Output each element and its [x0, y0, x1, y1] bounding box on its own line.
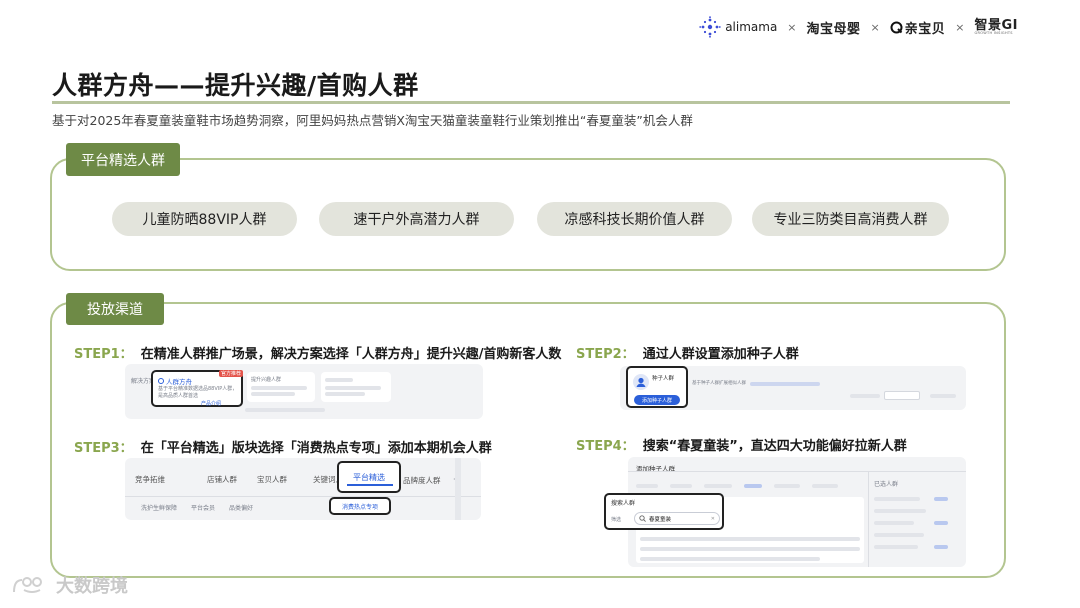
step-4: STEP4： 搜索“春夏童装”，直达四大功能偏好拉新人群 — [576, 435, 907, 454]
step-text: 通过人群设置添加种子人群 — [642, 347, 799, 362]
card-sub: 基于种子人群扩展相似人群 — [692, 381, 746, 386]
subtab-consumption-hotspot[interactable]: 消费热点专项 — [329, 497, 391, 515]
step-text: 在「平台精选」版块选择「消费热点专项」添加本期机会人群 — [140, 441, 492, 456]
alimama-logo: alimama — [699, 16, 777, 38]
crowd-type-tabs — [636, 479, 864, 493]
title-underline — [52, 101, 1010, 104]
zhijing-logo: 智景GI GROWTH INSIGHTS — [974, 17, 1018, 35]
alimama-star-icon — [699, 16, 721, 38]
add-seed-crowd-button[interactable]: 添加种子人群 — [634, 395, 680, 405]
audience-pill: 专业三防类目高消费人群 — [752, 202, 949, 236]
search-icon — [639, 515, 646, 522]
search-prefix: 筛选 — [611, 517, 622, 523]
search-crowd-label: 搜索人群 — [611, 500, 636, 507]
tab-platform-selection[interactable]: 平台精选 — [337, 461, 401, 493]
page-title: 人群方舟——提升兴趣/首购人群 — [52, 71, 419, 100]
step-1: STEP1： 在精准人群推广场景，解决方案选择「人群方舟」提升兴趣/首购新客人数 — [74, 343, 561, 362]
search-input[interactable]: 春夏童装 ✕ — [634, 512, 720, 525]
taobao-muying-logo: 淘宝母婴 — [806, 21, 861, 37]
card-title: 种子人群 — [652, 376, 675, 382]
subtab-item[interactable]: 洗护生鲜保障 — [141, 503, 177, 512]
step3-screenshot: 竞争拓维 店铺人群 宝贝人群 关键词人群 平台精选 品牌度人群 ··· 洗护生鲜… — [125, 458, 481, 520]
step-number: STEP1： — [74, 347, 133, 362]
audience-pill: 凉感科技长期价值人群 — [537, 202, 732, 236]
page-subtitle: 基于对2025年春夏童装童鞋市场趋势洞察，阿里妈妈热点营销X淘宝天猫童装童鞋行业… — [52, 113, 693, 128]
card-desc: 基于平台精准数据选品88VIP人群，是高品质人群首选 — [158, 386, 238, 399]
tab-brand-crowd[interactable]: 品牌度人群 — [403, 475, 441, 486]
separator-x: × — [787, 20, 797, 34]
select-dropdown[interactable] — [884, 391, 920, 400]
audience-pill: 速干户外高潜力人群 — [319, 202, 514, 236]
solution-card[interactable] — [321, 372, 391, 402]
tab-store-crowd[interactable]: 店铺人群 — [207, 474, 251, 485]
step-2: STEP2： 通过人群设置添加种子人群 — [576, 343, 799, 362]
step-text: 在精准人群推广场景，解决方案选择「人群方舟」提升兴趣/首购新客人数 — [140, 347, 562, 362]
seed-crowd-card[interactable]: 种子人群 添加种子人群 — [626, 366, 688, 408]
scrollbar[interactable] — [455, 458, 461, 520]
subtab-item[interactable]: 平台会员 — [191, 503, 215, 512]
qinbaobei-q-icon — [890, 21, 903, 33]
search-crowd-box: 搜索人群 筛选 春夏童装 ✕ — [604, 493, 724, 530]
platform-audience-tag: 平台精选人群 — [66, 143, 180, 176]
subtab-item[interactable]: 品类偏好 — [229, 503, 253, 512]
card-title: 提升兴趣人群 — [251, 377, 282, 383]
tab-competition[interactable]: 竞争拓维 — [135, 474, 197, 485]
card-link[interactable]: 产品介绍 — [201, 400, 221, 407]
selected-crowd-title: 已选人群 — [874, 481, 899, 488]
clear-icon[interactable]: ✕ — [711, 516, 715, 522]
watermark-logo-icon — [13, 577, 42, 593]
step-number: STEP3： — [74, 441, 133, 456]
step2-screenshot: 种子人群 添加种子人群 基于种子人群扩展相似人群 — [620, 366, 966, 410]
step-number: STEP2： — [576, 347, 635, 362]
audience-pill: 儿童防晒88VIP人群 — [112, 202, 297, 236]
solution-card[interactable]: 提升兴趣人群 — [247, 372, 315, 402]
qinbaobei-logo: 亲宝贝 — [890, 18, 946, 37]
separator-x: × — [955, 20, 965, 34]
separator-x: × — [870, 20, 880, 34]
crowd-ark-card[interactable]: 人群方舟 官方推荐 基于平台精准数据选品88VIP人群，是高品质人群首选 产品介… — [151, 370, 243, 407]
search-value: 春夏童装 — [649, 516, 672, 523]
delivery-channel-tag: 投放渠道 — [66, 293, 164, 325]
step-text: 搜索“春夏童装”，直达四大功能偏好拉新人群 — [642, 439, 907, 454]
radio-icon — [158, 378, 164, 384]
tab-item-crowd[interactable]: 宝贝人群 — [257, 474, 301, 485]
active-tab-indicator — [347, 484, 393, 486]
step-number: STEP4： — [576, 439, 635, 454]
step1-screenshot: 解决方案 人群方舟 官方推荐 基于平台精准数据选品88VIP人群，是高品质人群首… — [125, 364, 483, 419]
step-3: STEP3： 在「平台精选」版块选择「消费热点专项」添加本期机会人群 — [74, 437, 492, 456]
card-title: 人群方舟 — [166, 378, 192, 386]
watermark: 大数跨境 — [10, 572, 128, 598]
partner-logos: alimama × 淘宝母婴 × 亲宝贝 × 智景GI GROWTH INSIG… — [699, 16, 1018, 38]
user-avatar-icon — [633, 374, 649, 390]
recommend-badge: 官方推荐 — [218, 370, 243, 377]
